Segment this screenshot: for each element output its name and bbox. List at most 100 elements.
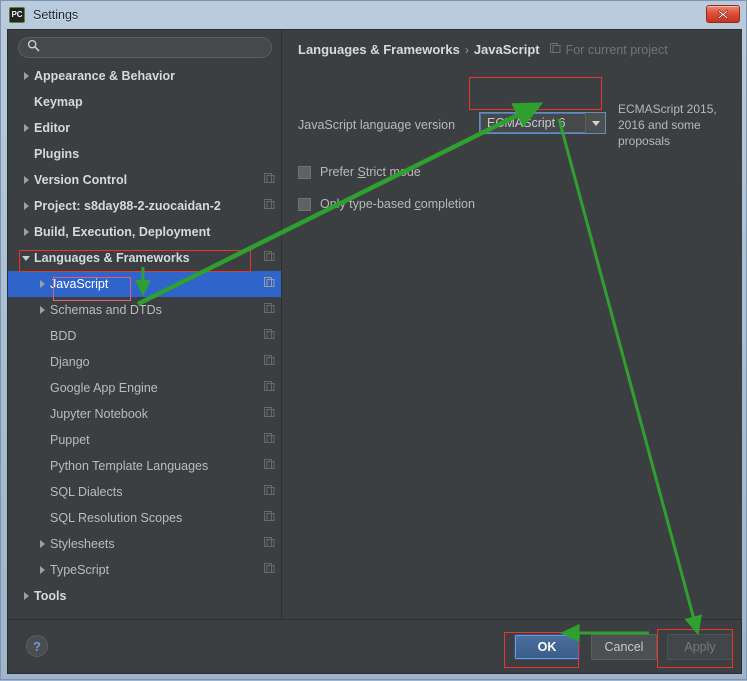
module-icon (264, 249, 275, 267)
ok-button[interactable]: OK (514, 634, 580, 660)
module-icon (264, 457, 275, 475)
help-button[interactable]: ? (26, 635, 48, 657)
language-version-combo[interactable]: ECMAScript 6 (479, 112, 606, 134)
sidebar-item-plugins[interactable]: Plugins (8, 141, 281, 167)
sidebar-item-label: Editor (34, 121, 71, 135)
search-box[interactable] (18, 37, 272, 58)
chevron-right-icon[interactable] (34, 280, 50, 288)
sidebar-item-bdd[interactable]: BDD (8, 323, 281, 349)
sidebar-item-label: TypeScript (50, 563, 110, 577)
module-icon (264, 327, 275, 345)
sidebar-item-label: BDD (50, 329, 77, 343)
sidebar-item-puppet[interactable]: Puppet (8, 427, 281, 453)
only-type-based-completion-checkbox[interactable] (298, 197, 311, 211)
chevron-right-icon[interactable] (34, 540, 50, 548)
module-icon (549, 43, 561, 57)
sidebar-item-project-s8day88-2-zuocaidan-2[interactable]: Project: s8day88-2-zuocaidan-2 (8, 193, 281, 219)
sidebar-item-label: JavaScript (50, 277, 109, 291)
sidebar-item-label: Appearance & Behavior (34, 69, 176, 83)
sidebar-item-schemas-and-dtds[interactable]: Schemas and DTDs (8, 297, 281, 323)
close-button[interactable] (706, 5, 740, 23)
module-icon (264, 509, 275, 527)
search-icon (27, 39, 40, 57)
settings-dialog: Appearance & Behavior Keymap Editor Plugins… (7, 29, 742, 674)
language-version-hint: ECMAScript 2015, 2016 and some proposals (618, 102, 717, 148)
search-row (8, 30, 281, 62)
prefer-strict-mode-label: Prefer Strict mode (320, 165, 421, 179)
sidebar-item-google-app-engine[interactable]: Google App Engine (8, 375, 281, 401)
project-scope-text: For current project (565, 43, 668, 57)
pycharm-app-icon: PC (9, 7, 25, 23)
language-version-value: ECMAScript 6 (487, 116, 566, 130)
dialog-footer: ? OK Cancel Apply (8, 620, 741, 673)
sidebar-item-label: Django (50, 355, 90, 369)
module-icon (264, 379, 275, 397)
sidebar-item-label: Schemas and DTDs (50, 303, 162, 317)
settings-content-panel: Languages & Frameworks › JavaScript For … (282, 30, 742, 619)
cancel-button[interactable]: Cancel (591, 634, 657, 660)
module-icon (264, 301, 275, 319)
settings-tree[interactable]: Appearance & Behavior Keymap Editor Plugins… (8, 63, 281, 619)
sidebar-item-django[interactable]: Django (8, 349, 281, 375)
module-icon (264, 405, 275, 423)
pycharm-logo-text: PC (11, 10, 23, 19)
sidebar-item-sql-dialects[interactable]: SQL Dialects (8, 479, 281, 505)
breadcrumb-separator: › (464, 43, 469, 57)
chevron-right-icon[interactable] (18, 72, 34, 80)
sidebar-item-label: Build, Execution, Deployment (34, 225, 211, 239)
prefer-strict-mode-checkbox[interactable] (298, 165, 311, 179)
module-icon (264, 561, 275, 579)
only-type-based-completion-checkbox-row[interactable]: Only type-based completion (298, 197, 475, 211)
sidebar-item-tools[interactable]: Tools (8, 583, 281, 609)
sidebar-item-label: Keymap (34, 95, 83, 109)
chevron-right-icon[interactable] (34, 306, 50, 314)
sidebar-item-keymap[interactable]: Keymap (8, 89, 281, 115)
sidebar-item-python-template-languages[interactable]: Python Template Languages (8, 453, 281, 479)
chevron-down-icon[interactable] (585, 113, 605, 133)
sidebar-item-typescript[interactable]: TypeScript (8, 557, 281, 583)
sidebar-item-label: Python Template Languages (50, 459, 209, 473)
chevron-right-icon[interactable] (34, 566, 50, 574)
module-icon (264, 197, 275, 215)
search-input[interactable] (40, 40, 271, 55)
chevron-right-icon[interactable] (18, 202, 34, 210)
close-icon (717, 9, 729, 19)
project-scope-note: For current project (549, 43, 668, 57)
sidebar-item-label: Version Control (34, 173, 128, 187)
prefer-strict-mode-checkbox-row[interactable]: Prefer Strict mode (298, 165, 421, 179)
sidebar-item-label: SQL Dialects (50, 485, 123, 499)
sidebar-item-label: SQL Resolution Scopes (50, 511, 183, 525)
sidebar-item-sql-resolution-scopes[interactable]: SQL Resolution Scopes (8, 505, 281, 531)
chevron-right-icon[interactable] (18, 228, 34, 236)
help-question-icon: ? (33, 638, 41, 654)
sidebar-item-label: Tools (34, 589, 67, 603)
title-bar: PC Settings (1, 1, 746, 29)
sidebar-item-build-execution-deployment[interactable]: Build, Execution, Deployment (8, 219, 281, 245)
module-icon (264, 483, 275, 501)
sidebar-item-label: Puppet (50, 433, 90, 447)
chevron-down-icon[interactable] (18, 255, 34, 261)
module-icon (264, 353, 275, 371)
only-type-based-completion-label: Only type-based completion (320, 197, 475, 211)
module-icon (264, 431, 275, 449)
sidebar-item-appearance-behavior[interactable]: Appearance & Behavior (8, 63, 281, 89)
breadcrumb: Languages & Frameworks › JavaScript For … (298, 42, 668, 57)
chevron-right-icon[interactable] (18, 124, 34, 132)
module-icon (264, 171, 275, 189)
window-title: Settings (33, 8, 79, 22)
breadcrumb-root: Languages & Frameworks (298, 42, 460, 57)
sidebar-item-languages-frameworks[interactable]: Languages & Frameworks (8, 245, 281, 271)
module-icon (264, 275, 275, 293)
sidebar-item-label: Stylesheets (50, 537, 115, 551)
sidebar-item-jupyter-notebook[interactable]: Jupyter Notebook (8, 401, 281, 427)
sidebar-item-stylesheets[interactable]: Stylesheets (8, 531, 281, 557)
sidebar-item-label: Jupyter Notebook (50, 407, 148, 421)
language-version-combo-wrap: ECMAScript 6 (476, 109, 609, 137)
sidebar-item-editor[interactable]: Editor (8, 115, 281, 141)
settings-window: PC Settings Appearance & Behavior Keymap… (0, 0, 747, 680)
sidebar-item-javascript[interactable]: JavaScript (8, 271, 281, 297)
sidebar-item-label: Project: s8day88-2-zuocaidan-2 (34, 199, 221, 213)
chevron-right-icon[interactable] (18, 176, 34, 184)
sidebar-item-version-control[interactable]: Version Control (8, 167, 281, 193)
chevron-right-icon[interactable] (18, 592, 34, 600)
